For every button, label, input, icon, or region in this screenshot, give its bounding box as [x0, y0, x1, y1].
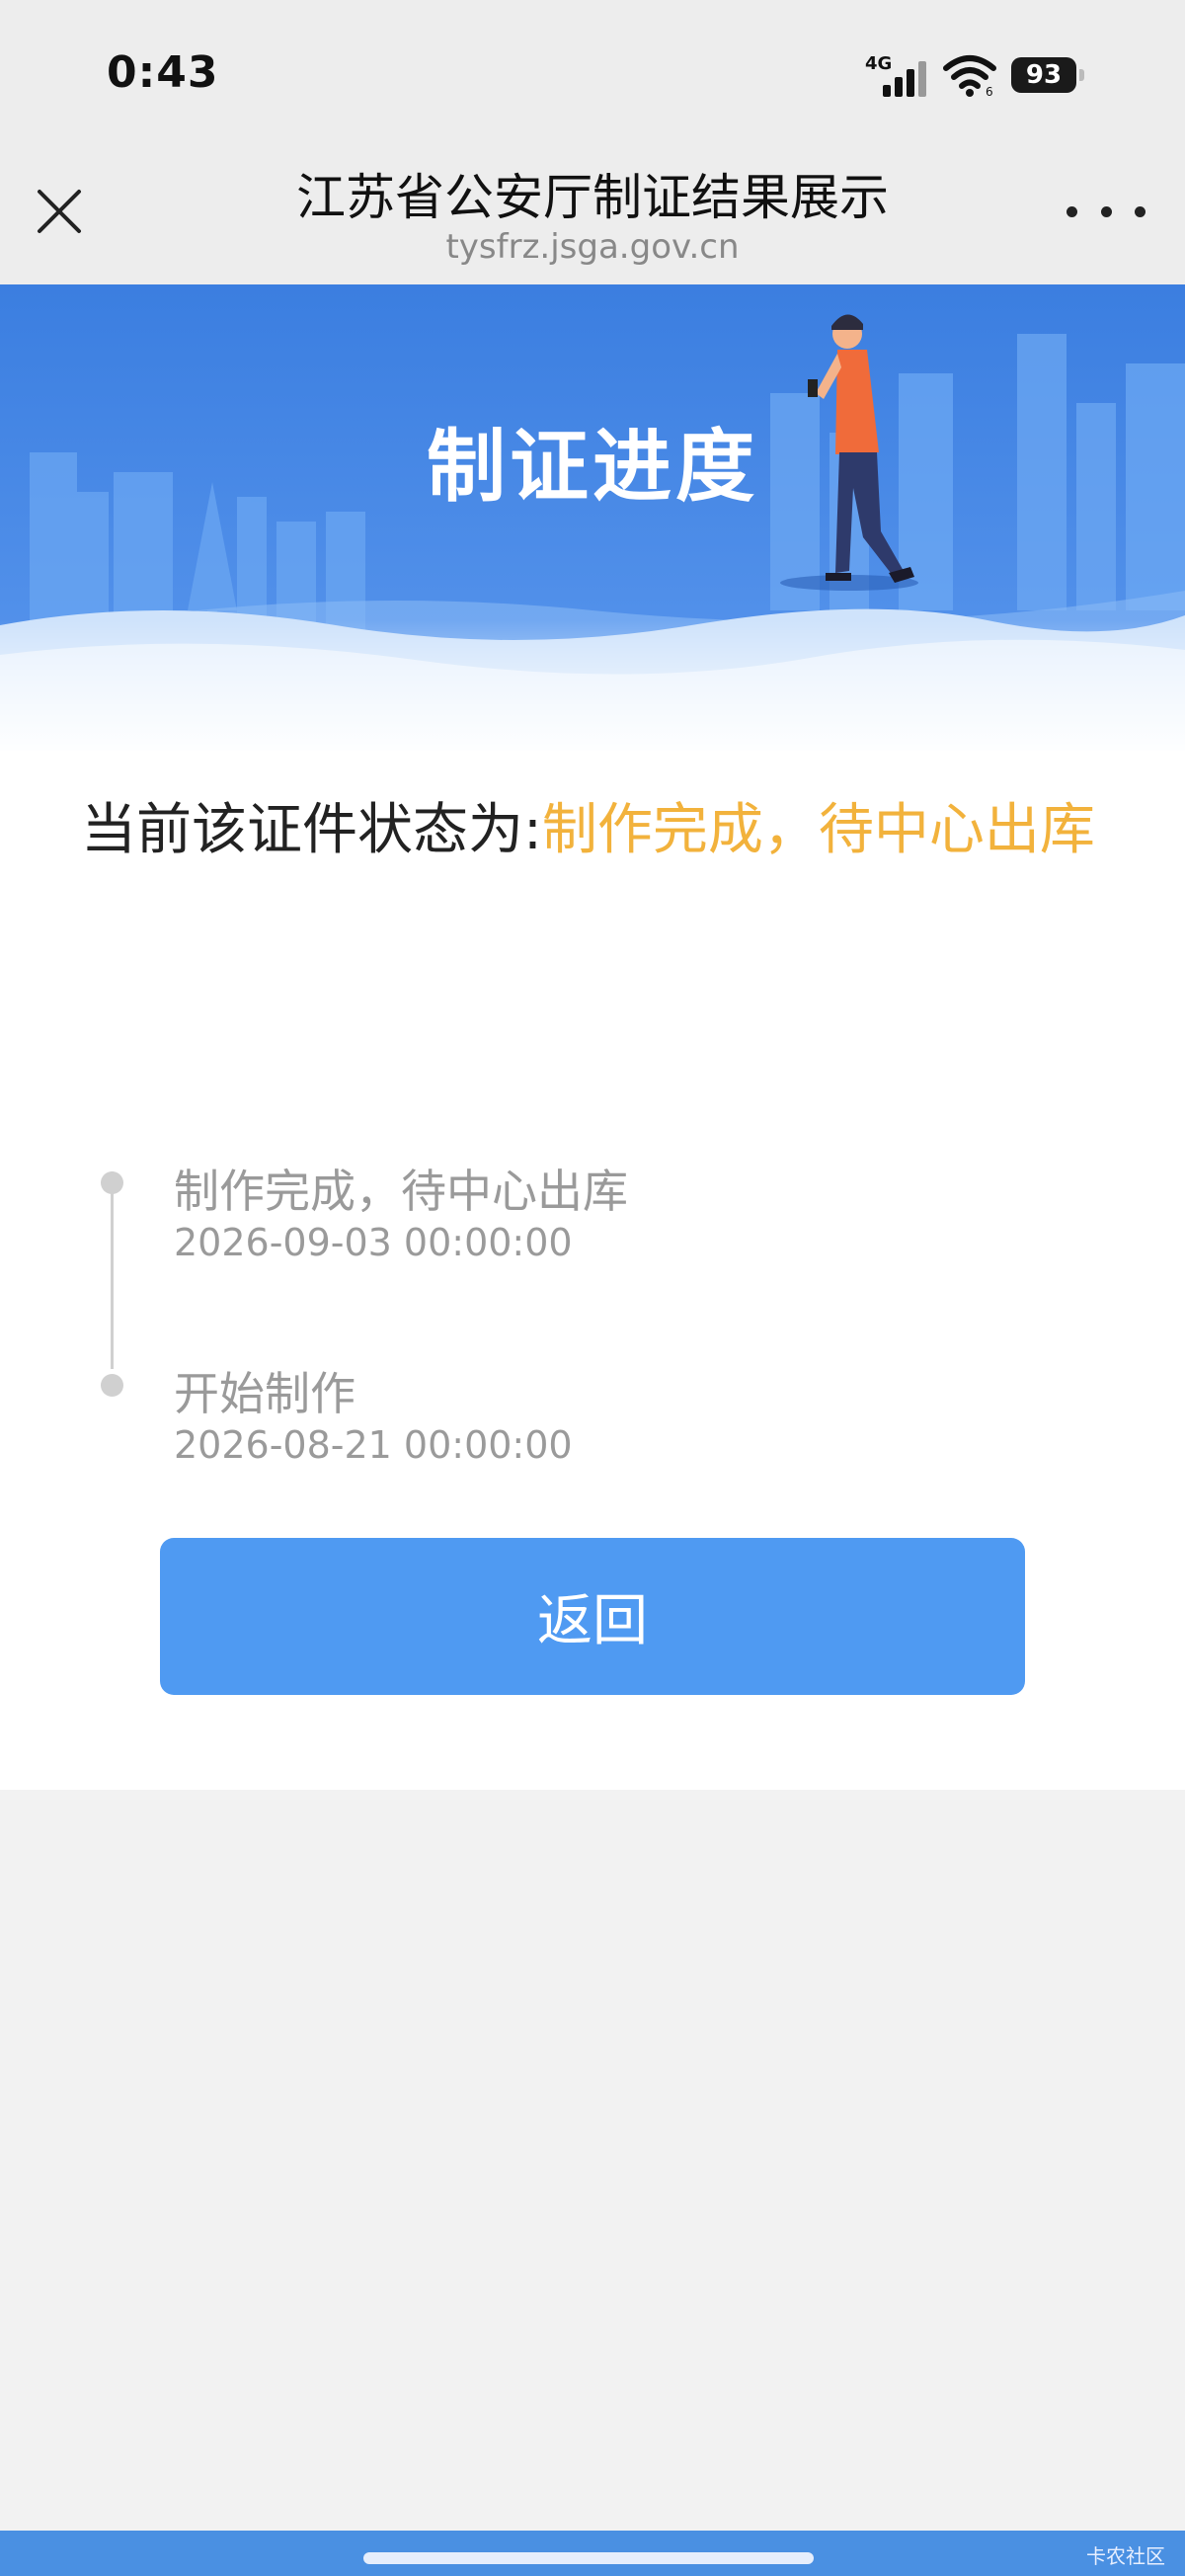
- progress-banner: 制证进度: [0, 284, 1185, 759]
- timeline-time: 2026-08-21 00:00:00: [174, 1423, 573, 1467]
- watermark: 卡农社区: [1086, 2544, 1165, 2568]
- status-icons: 4G 6 93: [865, 51, 1084, 99]
- more-icon[interactable]: [1066, 196, 1146, 227]
- timeline-label: 制作完成，待中心出库: [174, 1165, 628, 1218]
- timeline-dot-icon: [101, 1374, 123, 1397]
- wifi-icon: 6: [943, 55, 996, 98]
- back-button[interactable]: 返回: [160, 1538, 1025, 1695]
- nav-bar: 江苏省公安厅制证结果展示 tysfrz.jsga.gov.cn: [0, 148, 1185, 284]
- cellular-signal-icon: 4G: [865, 51, 928, 99]
- svg-text:6: 6: [986, 85, 993, 98]
- status-label: 当前该证件状态为:: [81, 798, 542, 862]
- bottom-bar: 卡农社区: [0, 2531, 1185, 2576]
- timeline-label: 开始制作: [174, 1367, 356, 1420]
- page-title: 江苏省公安厅制证结果展示: [296, 169, 889, 226]
- certificate-status: 当前该证件状态为:制作完成，待中心出库: [81, 798, 1108, 863]
- timeline-dot-icon: [101, 1171, 123, 1194]
- network-type: 4G: [865, 53, 893, 74]
- status-value: 制作完成，待中心出库: [541, 798, 1095, 862]
- timeline-connector: [111, 1171, 114, 1369]
- banner-title: 制证进度: [427, 421, 758, 513]
- battery-icon: 93: [1011, 57, 1084, 93]
- timeline-time: 2026-09-03 00:00:00: [174, 1221, 573, 1264]
- banner-illustration: [0, 284, 1185, 759]
- status-time: 0:43: [107, 47, 219, 98]
- home-indicator[interactable]: [363, 2552, 814, 2564]
- battery-level: 93: [1025, 60, 1063, 90]
- status-bar: 0:43 4G 6 93: [0, 0, 1185, 148]
- page-domain: tysfrz.jsga.gov.cn: [445, 227, 740, 267]
- content-card: 当前该证件状态为:制作完成，待中心出库 制作完成，待中心出库 2026-09-0…: [0, 751, 1185, 1790]
